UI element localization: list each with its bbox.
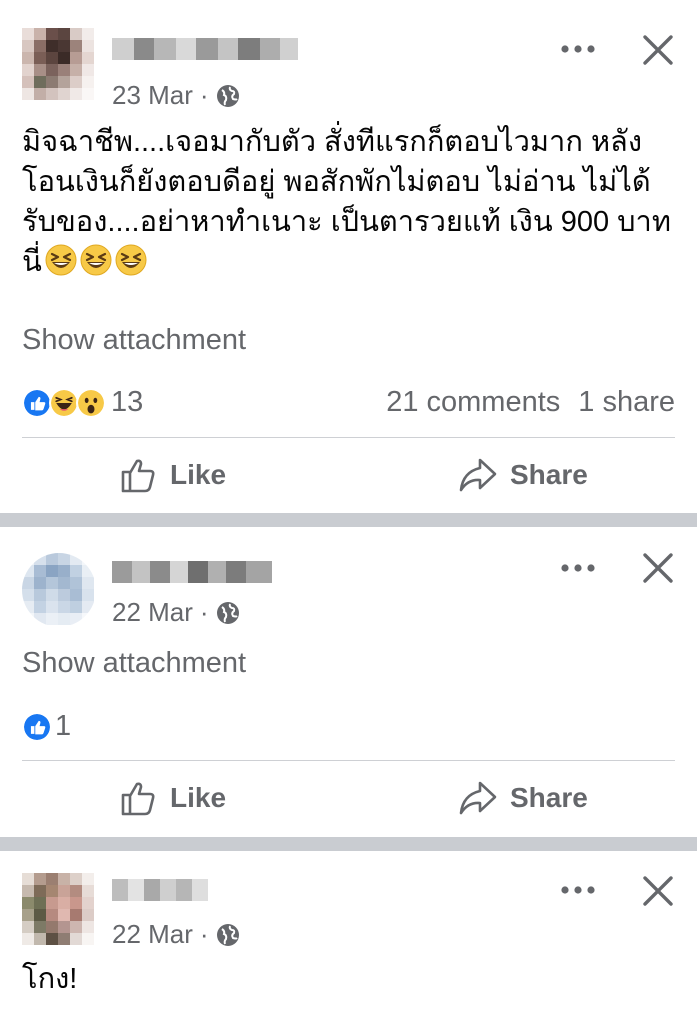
thumbs-up-icon [121, 459, 155, 493]
like-label: Like [170, 782, 227, 813]
share-label: Share [510, 459, 588, 490]
avatar[interactable] [22, 28, 96, 102]
show-attachment-link[interactable]: Show attachment [22, 647, 246, 680]
show-attachment-link[interactable]: Show attachment [22, 324, 246, 357]
reaction-count: 13 [111, 386, 144, 418]
post-date-row[interactable]: 23 Mar · [112, 80, 240, 111]
post-body: โกง! [22, 963, 78, 995]
reaction-count: 1 [55, 710, 72, 742]
grinning-squinting-face-icon [45, 244, 77, 276]
like-reaction-icon [22, 387, 52, 418]
separator: · [199, 597, 209, 627]
post-2: 22 Mar · Show attachment 1 Like Share [0, 527, 697, 837]
haha-reaction-icon [49, 387, 79, 418]
close-icon[interactable] [638, 548, 678, 588]
author-name-blurred[interactable] [112, 38, 298, 60]
post-1: 23 Mar · มิจฉาชีพ....เจอมากับตัว สั่งทีแ… [0, 0, 697, 513]
globe-icon [216, 923, 239, 946]
share-button[interactable]: Share [458, 779, 588, 817]
post-separator [0, 513, 697, 527]
wow-reaction-icon [76, 387, 106, 418]
post-3: 22 Mar · โกง! [0, 851, 697, 1024]
grinning-squinting-face-icon [80, 244, 112, 276]
more-horizontal-icon[interactable] [556, 34, 600, 64]
share-label: Share [510, 782, 588, 813]
divider-line [22, 437, 675, 438]
share-button[interactable]: Share [458, 456, 588, 494]
more-horizontal-icon[interactable] [556, 553, 600, 583]
post-text: มิจฉาชีพ....เจอมากับตัว สั่งทีแรกก็ตอบไว… [22, 122, 672, 282]
grinning-squinting-face-icon [115, 244, 147, 276]
avatar[interactable] [22, 553, 96, 627]
divider-line [22, 760, 675, 761]
engagement-counts: 21 comments 1 share [386, 386, 675, 419]
like-reaction-icon [22, 711, 52, 742]
comments-count[interactable]: 21 comments [386, 386, 560, 419]
author-name-blurred[interactable] [112, 561, 272, 583]
like-label: Like [170, 459, 227, 490]
author-name-blurred[interactable] [112, 879, 208, 901]
post-date[interactable]: 23 Mar [112, 80, 193, 111]
post-text: โกง! [22, 959, 672, 999]
avatar[interactable] [22, 873, 96, 947]
share-arrow-icon [459, 458, 497, 492]
post-date-row[interactable]: 22 Mar · [112, 597, 240, 628]
reaction-summary[interactable]: 13 [22, 386, 143, 419]
thumbs-up-icon [121, 782, 155, 816]
more-horizontal-icon[interactable] [556, 875, 600, 905]
like-button[interactable]: Like [120, 456, 226, 494]
post-date-row[interactable]: 22 Mar · [112, 919, 240, 950]
close-icon[interactable] [638, 871, 678, 911]
post-separator [0, 837, 697, 851]
post-date[interactable]: 22 Mar [112, 597, 193, 628]
like-button[interactable]: Like [120, 779, 226, 817]
separator: · [199, 919, 209, 949]
globe-icon [216, 84, 239, 107]
post-date[interactable]: 22 Mar [112, 919, 193, 950]
reaction-summary[interactable]: 1 [22, 710, 71, 743]
share-arrow-icon [459, 781, 497, 815]
separator: · [199, 80, 209, 110]
shares-count[interactable]: 1 share [578, 386, 675, 419]
close-icon[interactable] [638, 30, 678, 70]
globe-icon [216, 601, 239, 624]
